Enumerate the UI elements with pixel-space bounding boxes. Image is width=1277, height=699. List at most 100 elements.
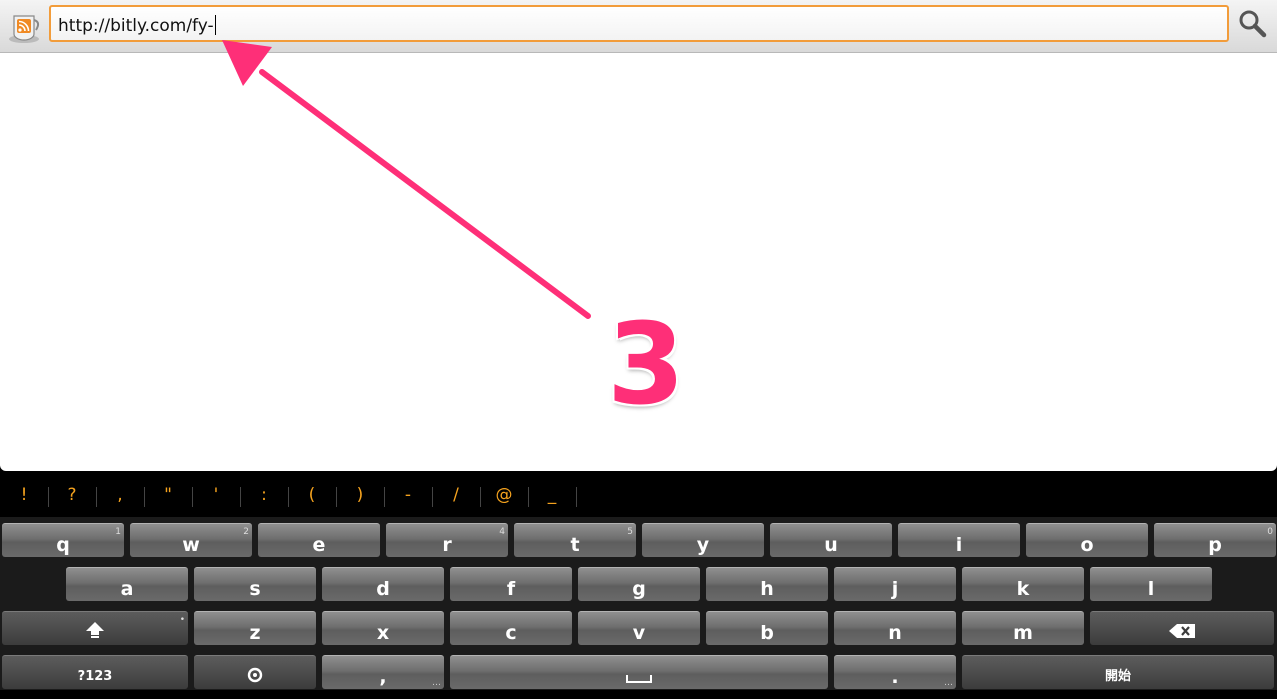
shift-key[interactable]: •	[2, 611, 188, 645]
key-label: k	[1016, 578, 1030, 600]
rss-reader-icon[interactable]	[6, 8, 42, 44]
space-key[interactable]	[450, 655, 828, 689]
symbol-suggestion[interactable]: "	[144, 473, 192, 517]
key-j[interactable]: j	[834, 567, 956, 601]
key-label: r	[442, 534, 452, 556]
key-v[interactable]: v	[578, 611, 700, 645]
url-text: http://bitly.com/fy-	[58, 15, 216, 36]
key-label: g	[632, 578, 646, 600]
key-m[interactable]: m	[962, 611, 1084, 645]
key-label: u	[824, 534, 838, 556]
key-label: 開始	[1104, 669, 1131, 684]
key-label: ?123	[77, 669, 113, 684]
key-f[interactable]: f	[450, 567, 572, 601]
key-w[interactable]: w2	[130, 523, 252, 557]
shift-lock-indicator: •	[179, 615, 185, 625]
symbol-suggestion[interactable]: _	[528, 473, 576, 517]
key-label: o	[1080, 534, 1094, 556]
symbol-suggestion[interactable]: (	[288, 473, 336, 517]
key-p[interactable]: p0	[1154, 523, 1276, 557]
key-h[interactable]: h	[706, 567, 828, 601]
symbol-separator	[336, 487, 337, 507]
symbol-separator	[144, 487, 145, 507]
symbol-separator	[480, 487, 481, 507]
symbol-separator	[576, 487, 577, 507]
symbol-strip: !?, " ':() - / @ _	[0, 473, 1277, 517]
key-r[interactable]: r4	[386, 523, 508, 557]
backspace-icon	[1169, 624, 1195, 638]
key-z[interactable]: z	[194, 611, 316, 645]
symbol-suggestion[interactable]: ?	[48, 473, 96, 517]
key-label: h	[760, 578, 774, 600]
key-y[interactable]: y	[642, 523, 764, 557]
search-icon[interactable]	[1233, 5, 1271, 42]
symbol-separator	[192, 487, 193, 507]
key-u[interactable]: u	[770, 523, 892, 557]
more-keys-indicator: …	[944, 678, 953, 688]
period-key[interactable]: .…	[834, 655, 956, 689]
symbol-suggestion[interactable]: !	[0, 473, 48, 517]
key-label: v	[632, 622, 646, 644]
key-q[interactable]: q1	[2, 523, 124, 557]
symbol-separator	[432, 487, 433, 507]
key-a[interactable]: a	[66, 567, 188, 601]
symbol-suggestion[interactable]: '	[192, 473, 240, 517]
key-label: q	[56, 534, 70, 556]
key-label: c	[505, 622, 517, 644]
key-hint: 4	[499, 527, 505, 537]
key-hint: 2	[243, 527, 249, 537]
symbol-suggestion[interactable]: :	[240, 473, 288, 517]
key-label: x	[376, 622, 390, 644]
backspace-key[interactable]	[1090, 611, 1274, 645]
on-screen-keyboard: q 1 w 2 e r 4 t 5 y u i o p 0 a s d f g h j k l • z x c v b n m ?123,….……	[0, 517, 1277, 690]
key-o[interactable]: o	[1026, 523, 1148, 557]
url-input[interactable]: http://bitly.com/fy-	[49, 5, 1229, 42]
browser-toolbar: http://bitly.com/fy-	[0, 0, 1277, 53]
key-b[interactable]: b	[706, 611, 828, 645]
symbol-suggestion[interactable]: -	[384, 473, 432, 517]
key-label: ,	[379, 666, 387, 688]
key-x[interactable]: x	[322, 611, 444, 645]
key-label: .	[891, 666, 899, 688]
key-c[interactable]: c	[450, 611, 572, 645]
key-k[interactable]: k	[962, 567, 1084, 601]
key-label: d	[376, 578, 390, 600]
key-l[interactable]: l	[1090, 567, 1212, 601]
key-label: p	[1208, 534, 1222, 556]
settings-icon	[247, 667, 263, 683]
key-i[interactable]: i	[898, 523, 1020, 557]
key-d[interactable]: d	[322, 567, 444, 601]
key-label: m	[1013, 622, 1033, 644]
shift-icon	[86, 622, 104, 638]
settings-key[interactable]	[194, 655, 316, 689]
go-key[interactable]: 開始	[962, 655, 1274, 689]
key-label: z	[249, 622, 261, 644]
key-e[interactable]: e	[258, 523, 380, 557]
more-keys-indicator: …	[432, 678, 441, 688]
symbol-suggestion[interactable]: )	[336, 473, 384, 517]
symbols-mode-key[interactable]: ?123	[2, 655, 188, 689]
key-hint: 5	[627, 527, 633, 537]
annotation-step-number: 3	[607, 300, 685, 430]
symbol-separator	[96, 487, 97, 507]
key-n[interactable]: n	[834, 611, 956, 645]
comma-key[interactable]: ,…	[322, 655, 444, 689]
symbol-suggestion[interactable]: ,	[96, 473, 144, 517]
key-label: e	[312, 534, 326, 556]
key-label: i	[955, 534, 963, 556]
key-label: t	[570, 534, 580, 556]
key-label: y	[696, 534, 710, 556]
key-label: l	[1147, 578, 1155, 600]
key-label: f	[506, 578, 516, 600]
key-t[interactable]: t5	[514, 523, 636, 557]
symbol-suggestion[interactable]: @	[480, 473, 528, 517]
symbol-separator	[240, 487, 241, 507]
key-s[interactable]: s	[194, 567, 316, 601]
space-icon	[626, 675, 652, 683]
key-g[interactable]: g	[578, 567, 700, 601]
symbol-suggestion[interactable]: /	[432, 473, 480, 517]
key-label: w	[182, 534, 200, 556]
symbol-separator	[528, 487, 529, 507]
key-label: j	[891, 578, 899, 600]
symbol-separator	[48, 487, 49, 507]
